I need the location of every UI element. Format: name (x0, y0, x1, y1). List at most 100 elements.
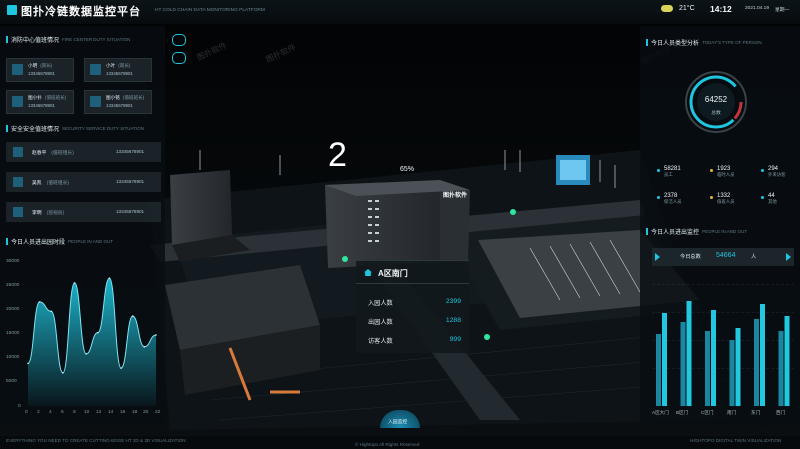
back-button[interactable] (172, 52, 186, 64)
x-tick-label: 10 (84, 410, 90, 415)
x-tick-label: 18 (132, 410, 138, 415)
popup-title: A区南门 (378, 269, 408, 278)
x-tick-label: 6 (61, 410, 64, 415)
x-tick-label: 20 (143, 410, 149, 415)
date: 2021.04.19 (745, 6, 770, 11)
bar (656, 334, 661, 406)
bar (686, 301, 692, 406)
view-toggle-button[interactable] (172, 34, 186, 46)
person-name: 吴凯 (32, 181, 42, 186)
stat-label: 临时人员 (717, 172, 735, 177)
popup-row-label: 入园人数 (368, 300, 393, 307)
building-number-label: 2 (328, 136, 347, 174)
stat-label: 其他 (768, 199, 777, 204)
gate-bar-chart[interactable] (652, 270, 794, 406)
stat-item: 1332 值班人员 (710, 193, 735, 205)
y-tick-label: 15000 (6, 331, 20, 336)
people-flow-area-chart[interactable] (26, 262, 160, 408)
x-tick-label: 14 (108, 410, 114, 415)
person-icon (13, 147, 23, 157)
stat-label: 值班人员 (717, 199, 735, 204)
footer-right-text: HIGHTOPO DIGITAL TWIN VISUALIZATION (690, 438, 782, 443)
popup-row-value: 1288 (445, 317, 461, 324)
bar (735, 328, 741, 406)
flow-title-en: PEOPLE IN AND OUT (68, 239, 114, 244)
bar-category-label: C区门 (701, 410, 714, 415)
stat-item: 2378 保洁人员 (657, 193, 682, 205)
duty-card[interactable]: 图小扑 (值班班长) 13345678901 (6, 90, 74, 114)
person-name: 图小铭 (106, 95, 120, 100)
person-role: (值班班长) (122, 95, 145, 100)
analysis-title-en: TODAY'S TYPE OF PERSON (702, 40, 762, 45)
person-icon (12, 64, 23, 75)
person-name: 李明 (32, 211, 42, 216)
data-point (131, 315, 134, 317)
x-tick-label: 16 (120, 410, 126, 415)
security-title-en: SECURITY SERVICE DUTY SITUATION (62, 126, 144, 131)
person-phone: 13345678901 (116, 209, 145, 214)
monitor-title: 今日人员进出监控 (651, 230, 700, 236)
bar (711, 310, 716, 406)
home-icon (364, 269, 372, 276)
person-name: 图小扑 (28, 95, 42, 100)
bar-category-label: B区门 (676, 410, 689, 415)
bar (662, 313, 667, 406)
security-row[interactable]: 赵春平 (值班组长) 13345678901 (6, 142, 161, 162)
play-icon[interactable] (655, 253, 660, 261)
analysis-section-title: 今日人员类型分析 TODAY'S TYPE OF PERSON (646, 38, 762, 47)
monitor-section-title: 今日人员进出监控 PEOPLE IN AND OUT (646, 227, 747, 236)
person-icon (90, 96, 101, 107)
popup-row-label: 出园人数 (368, 319, 393, 326)
x-tick-label: 12 (96, 410, 102, 415)
footer-center-text: © Hightopo All Rights Reserved (355, 442, 420, 447)
section-marker (6, 125, 8, 132)
person-name: 小叶 (106, 63, 116, 68)
bar (778, 331, 784, 406)
person-phone: 13345678901 (116, 179, 145, 184)
x-tick-label: 2 (37, 410, 40, 415)
x-tick-label: 8 (73, 410, 76, 415)
next-icon[interactable] (786, 253, 791, 261)
bar-category-label: A区大门 (652, 410, 669, 415)
data-point (108, 277, 111, 279)
y-tick-label: 10000 (6, 355, 20, 360)
security-row[interactable]: 李明 (巡视员) 13345678901 (6, 202, 161, 222)
data-point (50, 310, 53, 313)
person-role: (值班班长) (44, 95, 67, 100)
x-tick-label: 4 (49, 410, 52, 415)
building-sign: 图扑软件 (443, 193, 468, 199)
analysis-title: 今日人员类型分析 (651, 41, 700, 47)
popup-divider (356, 283, 469, 284)
security-section-title: 安全安全值班情况 SECURITY SERVICE DUTY SITUATION (6, 124, 144, 133)
duty-title-en: FIRE CENTER DUTY SITUATION (62, 37, 131, 42)
bar-category-label: 南门 (727, 410, 737, 415)
footer-left-text: EVERYTHING YOU NEED TO CREATE CUTTING-ED… (6, 438, 186, 443)
person-phone: 13345678901 (28, 71, 55, 76)
duty-card[interactable]: 小叶 (岗长) 13345678901 (84, 58, 152, 82)
popup-row-value: 999 (449, 336, 461, 343)
app-title: 图扑冷链数据监控平台 (21, 6, 141, 18)
data-point (143, 346, 146, 348)
stat-dot (657, 196, 660, 199)
duty-card[interactable]: 小明 (岗长) 13345678901 (6, 58, 74, 82)
stat-dot (710, 196, 713, 199)
section-marker (646, 228, 648, 235)
person-phone: 13345678901 (116, 149, 145, 154)
person-role: (值班组长) (51, 151, 74, 156)
building-badge: 65% (400, 166, 415, 173)
gate-info-popup[interactable]: A区南门 入园人数 2399 出园人数 1288 访客人数 999 (356, 260, 469, 353)
duty-card[interactable]: 图小铭 (值班班长) 13345678901 (84, 90, 152, 114)
bar (784, 316, 790, 406)
security-row[interactable]: 吴凯 (值班组长) 13345678901 (6, 172, 161, 192)
data-point (38, 301, 41, 303)
stat-label: 保洁人员 (664, 199, 682, 204)
person-phone: 13345678901 (28, 103, 55, 108)
y-tick-label: 0 (18, 404, 21, 409)
person-phone: 13345678901 (106, 71, 133, 76)
popup-row-label: 访客人数 (368, 338, 393, 345)
stat-item: 1923 临时人员 (710, 166, 735, 178)
person-icon (12, 96, 23, 107)
x-tick-label: 0 (25, 410, 28, 415)
y-tick-label: 25000 (6, 283, 20, 288)
y-tick-label: 30000 (6, 259, 20, 264)
